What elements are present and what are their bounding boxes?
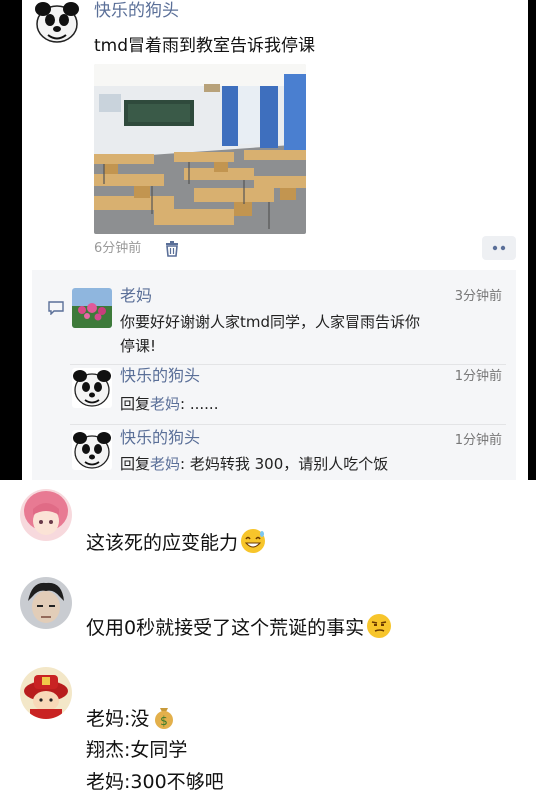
- comment-reply-text: 回复老妈: 老妈转我 300，请别人吃个饭: [120, 455, 389, 473]
- reply-to-name[interactable]: 老妈: [150, 455, 180, 473]
- comment-text-line: 你要好好谢谢人家tmd同学，人家冒雨告诉你: [120, 313, 421, 331]
- comment-author-name[interactable]: 老妈: [120, 286, 152, 306]
- comment-text-line: 停课!: [120, 337, 157, 355]
- post-author-avatar[interactable]: [34, 0, 80, 44]
- comment-bubble-icon: [48, 300, 64, 316]
- moments-screenshot: 快乐的狗头 tmd冒着雨到教室告诉我停课 6分钟前 老妈 3分钟前 你要好好谢谢…: [0, 0, 536, 480]
- comment-author-avatar[interactable]: [72, 288, 112, 328]
- grinning-sweat-emoji: [240, 528, 266, 554]
- comment-reply-text: 回复老妈: ......: [120, 395, 219, 413]
- comment-divider: [70, 424, 506, 425]
- comment-timestamp: 1分钟前: [454, 369, 502, 384]
- reply-comment-line: 老妈:300不够吧: [86, 771, 224, 793]
- comment-divider: [70, 364, 506, 365]
- comment-author-name[interactable]: 快乐的狗头: [120, 366, 200, 386]
- reply-to-name[interactable]: 老妈: [150, 395, 180, 413]
- reply-avatar-dark-hair[interactable]: [20, 577, 72, 629]
- reply-comment: 仅用0秒就接受了这个荒诞的事实: [86, 613, 392, 642]
- reply-avatar-cartoon-hat[interactable]: [20, 667, 72, 719]
- smirk-emoji: [366, 613, 392, 639]
- more-actions-button[interactable]: [482, 236, 516, 260]
- reply-avatar-pink-hair[interactable]: [20, 489, 72, 541]
- comment-timestamp: 1分钟前: [454, 433, 502, 448]
- post-timestamp: 6分钟前: [94, 241, 142, 256]
- comment-author-avatar[interactable]: [72, 430, 112, 470]
- post-author-name[interactable]: 快乐的狗头: [94, 0, 179, 22]
- reply-comment-line: 翔杰:女同学: [86, 739, 188, 761]
- reply-comment: 这该死的应变能力: [86, 528, 266, 557]
- post-text: tmd冒着雨到教室告诉我停课: [94, 36, 316, 56]
- comment-timestamp: 3分钟前: [454, 289, 502, 304]
- svg-text:$: $: [161, 714, 169, 728]
- money-bag-emoji: $: [151, 704, 177, 730]
- delete-icon[interactable]: [165, 241, 179, 257]
- comment-author-avatar[interactable]: [72, 368, 112, 408]
- reply-comment-line: 老妈:没 $: [86, 704, 177, 733]
- moments-post-card: 快乐的狗头 tmd冒着雨到教室告诉我停课 6分钟前 老妈 3分钟前 你要好好谢谢…: [22, 0, 528, 480]
- comment-author-name[interactable]: 快乐的狗头: [120, 428, 200, 448]
- post-photo-classroom[interactable]: [94, 64, 306, 234]
- dot-icon: [492, 245, 498, 251]
